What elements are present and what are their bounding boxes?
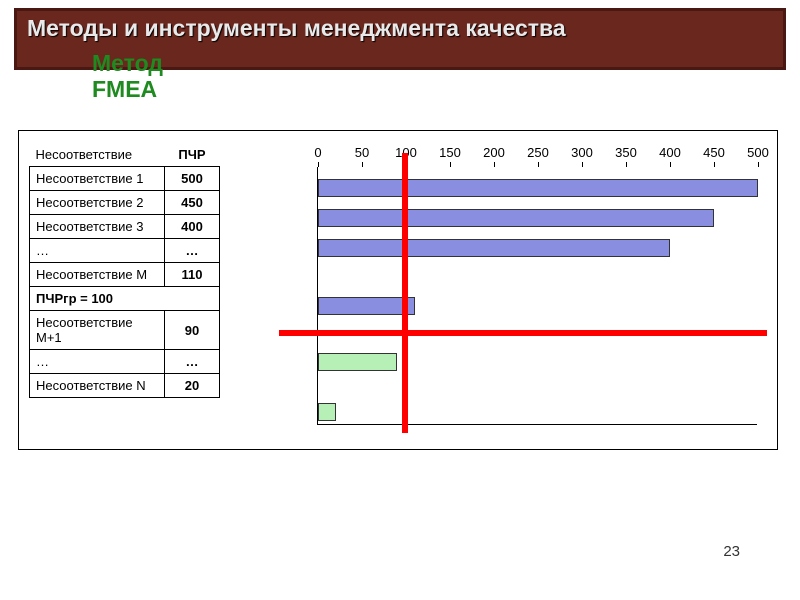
subtitle-line-1: Метод	[92, 50, 163, 76]
table-row: Несоответствие М 110	[30, 263, 220, 287]
tick-mark	[538, 162, 539, 167]
cell-label: Несоответствие М+1	[30, 311, 165, 350]
cell-label: …	[30, 350, 165, 374]
bar-above	[318, 179, 758, 197]
cell-value: …	[165, 239, 220, 263]
table-row: Несоответствие N 20	[30, 374, 220, 398]
tick-mark	[714, 162, 715, 167]
table-header: Несоответствие ПЧР	[30, 143, 220, 167]
bar-below	[318, 403, 336, 421]
table-row: Несоответствие 1 500	[30, 167, 220, 191]
bar-below	[318, 353, 397, 371]
threshold-horizontal	[279, 330, 767, 336]
cell-value: 500	[165, 167, 220, 191]
cell-value: 90	[165, 311, 220, 350]
cell-label: Несоответствие 1	[30, 167, 165, 191]
tick-label: 200	[474, 145, 514, 160]
tick-label: 300	[562, 145, 602, 160]
table-row: Несоответствие 3 400	[30, 215, 220, 239]
subtitle-line-2: FMEA	[92, 76, 157, 102]
tick-mark	[582, 162, 583, 167]
tick-mark	[626, 162, 627, 167]
fmea-table: Несоответствие ПЧР Несоответствие 1 500 …	[29, 143, 220, 398]
cell-value: 110	[165, 263, 220, 287]
table-row: … …	[30, 239, 220, 263]
tick-mark	[670, 162, 671, 167]
cell-value: 450	[165, 191, 220, 215]
bar-above	[318, 239, 670, 257]
tick-label: 400	[650, 145, 690, 160]
slide-subtitle: Метод FMEA	[92, 50, 163, 102]
tick-mark	[494, 162, 495, 167]
tick-label: 450	[694, 145, 734, 160]
threshold-row: ПЧРгр = 100	[30, 287, 220, 311]
cell-label: Несоответствие 3	[30, 215, 165, 239]
tick-mark	[758, 162, 759, 167]
bar-chart: 0 50 100 150 200 250 300 350 400 450 500	[279, 143, 767, 435]
tick-label: 150	[430, 145, 470, 160]
header-value: ПЧР	[165, 143, 220, 167]
table-row: Несоответствие М+1 90	[30, 311, 220, 350]
threshold-vertical	[402, 153, 408, 433]
table-row: … …	[30, 350, 220, 374]
table-row: Несоответствие 2 450	[30, 191, 220, 215]
threshold-label: ПЧРгр = 100	[30, 287, 220, 311]
tick-label: 250	[518, 145, 558, 160]
slide: Методы и инструменты менеджмента качеств…	[0, 0, 800, 600]
chart-axes: 0 50 100 150 200 250 300 350 400 450 500	[317, 167, 757, 425]
content-frame: Несоответствие ПЧР Несоответствие 1 50 0 …	[18, 130, 778, 450]
bar-above	[318, 209, 714, 227]
bar-above	[318, 297, 415, 315]
cell-label: Несоответствие N	[30, 374, 165, 398]
cell-label: Несоответствие М	[30, 263, 165, 287]
cell-value: …	[165, 350, 220, 374]
tick-label: 50	[342, 145, 382, 160]
tick-mark	[318, 162, 319, 167]
tick-label: 0	[298, 145, 338, 160]
tick-label: 500	[738, 145, 778, 160]
cell-label: Несоответствие 2	[30, 191, 165, 215]
tick-mark	[362, 162, 363, 167]
page-number: 23	[723, 543, 740, 560]
tick-label: 350	[606, 145, 646, 160]
tick-mark	[450, 162, 451, 167]
cell-value: 20	[165, 374, 220, 398]
cell-label: …	[30, 239, 165, 263]
cell-value: 400	[165, 215, 220, 239]
header-label: Несоответствие	[30, 143, 165, 167]
